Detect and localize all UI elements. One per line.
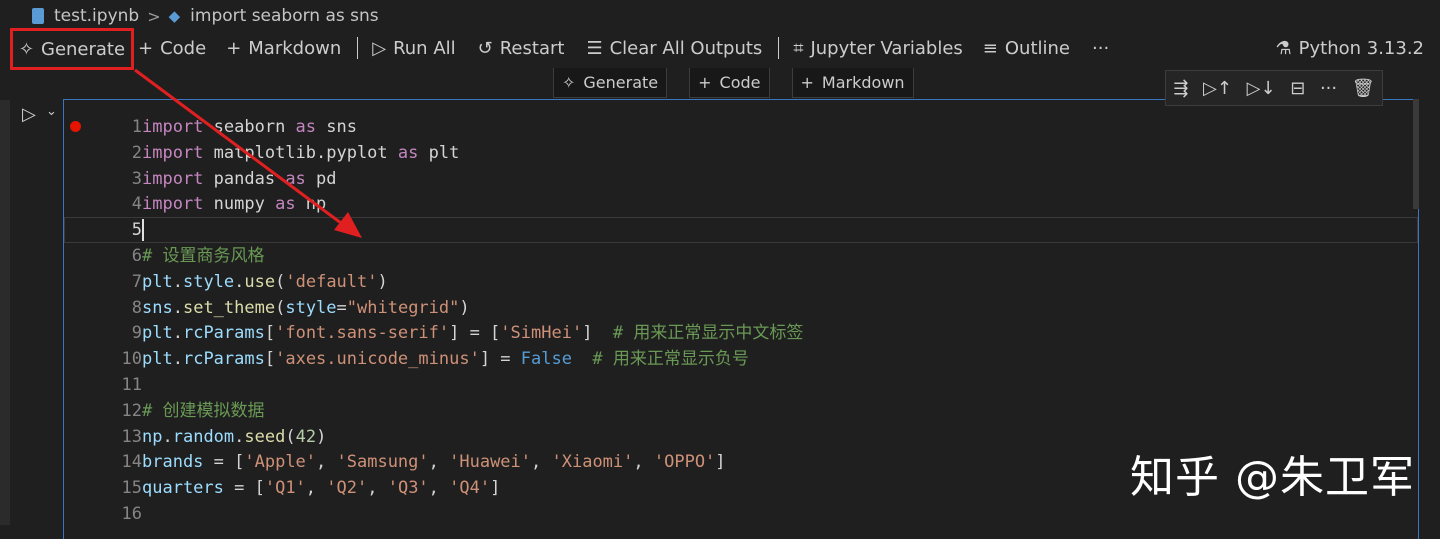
watermark: 知乎 @朱卫军 xyxy=(1130,452,1415,503)
